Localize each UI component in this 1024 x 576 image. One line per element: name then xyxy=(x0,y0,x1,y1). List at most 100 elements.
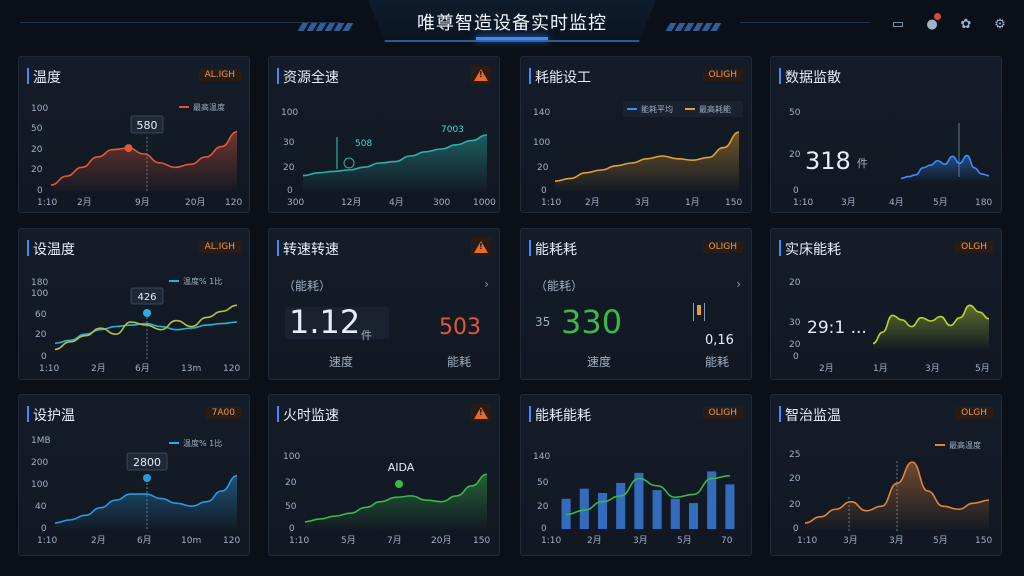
y-tick: 100 xyxy=(31,104,48,114)
y-tick: 20 xyxy=(537,163,549,173)
y-tick: 0 xyxy=(541,186,547,196)
y-tick: 50 xyxy=(285,502,297,512)
x-tick: 2月 xyxy=(819,363,834,374)
page-title: 唯尊智造设备实时监控 xyxy=(417,13,607,34)
x-tick: 3月 xyxy=(841,197,856,208)
y-tick: 140 xyxy=(533,108,550,118)
set-temperature-chart: 180 100 60 20 0 1:10 2月 6月 13m 120 温度% 1… xyxy=(31,276,240,374)
y-tick: 20 xyxy=(285,478,297,488)
sub-label-text: 能耗 xyxy=(547,279,572,293)
y-tick: 0 xyxy=(41,524,47,534)
title-glow xyxy=(476,37,548,40)
sub-label-text: 能耗 xyxy=(295,279,320,293)
x-tick: 5月 xyxy=(975,363,990,374)
y-tick: 20 xyxy=(35,330,47,340)
callout-value: 580 xyxy=(137,119,158,132)
y-tick: 30 xyxy=(789,318,801,328)
x-tick: 20月 xyxy=(431,535,451,546)
area-fill xyxy=(51,131,237,191)
energy-bar-chart: 140 50 20 0 1:10 2月 3月 5月 70 xyxy=(533,452,735,546)
series-line xyxy=(566,474,730,516)
x-tick: 4月 xyxy=(389,197,404,208)
y-tick: 25 xyxy=(789,450,800,460)
card-actual-energy: 实床能耗 OLGH 20 30 20 0 2月 1月 3月 5月 29:1 ..… xyxy=(770,228,1002,380)
x-tick: 3月 xyxy=(633,535,648,546)
speed-label: 速度 xyxy=(329,355,354,369)
callout-value: AIDA xyxy=(388,461,415,474)
y-tick: 0 xyxy=(541,524,547,534)
y-tick: 0 xyxy=(41,352,47,362)
x-tick: 70 xyxy=(721,536,733,546)
x-tick: 13m xyxy=(181,364,201,374)
settings-icon[interactable]: ✿ xyxy=(958,16,974,32)
status-badge: OLIGH xyxy=(702,241,743,253)
y-tick: 100 xyxy=(533,138,550,148)
warning-icon[interactable] xyxy=(471,238,491,256)
gear-icon[interactable]: ⚙ xyxy=(992,16,1008,32)
y-tick: 100 xyxy=(281,108,298,118)
x-tick: 180 xyxy=(975,198,992,208)
legend-label: 能耗平均 xyxy=(641,104,673,114)
y-tick: 20 xyxy=(789,150,801,160)
x-tick: 1:10 xyxy=(37,198,57,208)
data-point xyxy=(124,144,133,153)
y-tick: 20 xyxy=(31,145,43,155)
x-tick: 2月 xyxy=(91,535,106,546)
big-value: 318 xyxy=(805,147,851,175)
loop-mark xyxy=(343,157,355,169)
x-tick: 5月 xyxy=(677,535,692,546)
x-tick: 1月 xyxy=(685,197,700,208)
card-protect-temperature: 设护温 7A00 1MB 200 100 40 0 1:10 2月 6月 10m… xyxy=(18,394,250,556)
x-tick: 2月 xyxy=(587,535,602,546)
chevron-right-icon[interactable]: › xyxy=(484,277,489,291)
card-energy-device: 耗能设工 OLIGH 140 100 20 0 1:10 2月 3月 1月 15… xyxy=(520,56,752,213)
x-tick: 5月 xyxy=(341,535,356,546)
x-tick: 1:10 xyxy=(289,536,309,546)
x-tick: 20月 xyxy=(185,197,205,208)
card-realtime-speed: 火时监速 100 20 50 0 1:10 5月 7月 20月 150 AIDA xyxy=(268,394,500,556)
energy-label: 能耗 xyxy=(447,355,472,369)
x-tick: 3月 xyxy=(889,535,904,546)
x-tick: 5月 xyxy=(933,535,948,546)
y-tick: 20 xyxy=(537,502,549,512)
resource-speed-chart: 100 30 20 0 300 12月 4月 300 1000 508 7003 xyxy=(281,108,496,208)
y-tick: 20 xyxy=(789,340,801,350)
x-tick: 120 xyxy=(223,364,240,374)
y-tick: 50 xyxy=(537,478,549,488)
area-fill xyxy=(555,132,739,191)
bar xyxy=(634,472,644,529)
card-title: 能耗耗 xyxy=(535,242,577,258)
x-tick: 1:10 xyxy=(37,536,57,546)
x-tick: 1:10 xyxy=(39,364,59,374)
y-tick: 0 xyxy=(793,186,799,196)
x-tick: 1000 xyxy=(473,198,496,208)
header-left-line xyxy=(20,22,340,23)
y-tick: 140 xyxy=(533,452,550,462)
secondary-value: 503 xyxy=(439,315,481,340)
bar xyxy=(652,490,662,529)
card-accent xyxy=(277,240,279,256)
y-tick: 20 xyxy=(789,474,801,484)
y-tick: 0 xyxy=(793,524,799,534)
legend-label: 最高温度 xyxy=(193,102,225,112)
y-tick: 200 xyxy=(31,458,48,468)
x-tick: 12月 xyxy=(341,197,361,208)
y-tick: 50 xyxy=(31,124,43,134)
realtime-speed-chart: 100 20 50 0 1:10 5月 7月 20月 150 AIDA xyxy=(283,452,490,546)
data-monitor-chart: 50 20 0 1:10 3月 4月 5月 180 318 件 xyxy=(789,108,992,208)
x-tick: 6月 xyxy=(135,363,150,374)
x-tick: 300 xyxy=(433,198,450,208)
secondary-value: 0,16 xyxy=(705,333,734,348)
sub-label: （能耗） xyxy=(535,279,584,293)
card-smart-temperature: 智治监温 OLGH 25 20 20 0 1:10 3月 3月 5月 150 最… xyxy=(770,394,1002,556)
y-tick: 1MB xyxy=(31,436,51,446)
data-point xyxy=(395,480,403,488)
x-tick: 4月 xyxy=(889,197,904,208)
card-energy: 能耗耗 OLIGH （能耗） › 35 330 0,16 速度 能耗 xyxy=(520,228,752,380)
y-tick: 0 xyxy=(289,524,295,534)
bar xyxy=(597,493,608,529)
card-temperature: 温度 AL.IGH 100 50 20 20 0 1:10 2月 9月 20月 … xyxy=(18,56,250,213)
monitor-icon[interactable]: ▭ xyxy=(890,16,906,32)
legend-label: 最高温度 xyxy=(949,440,981,450)
chevron-right-icon[interactable]: › xyxy=(736,277,741,291)
